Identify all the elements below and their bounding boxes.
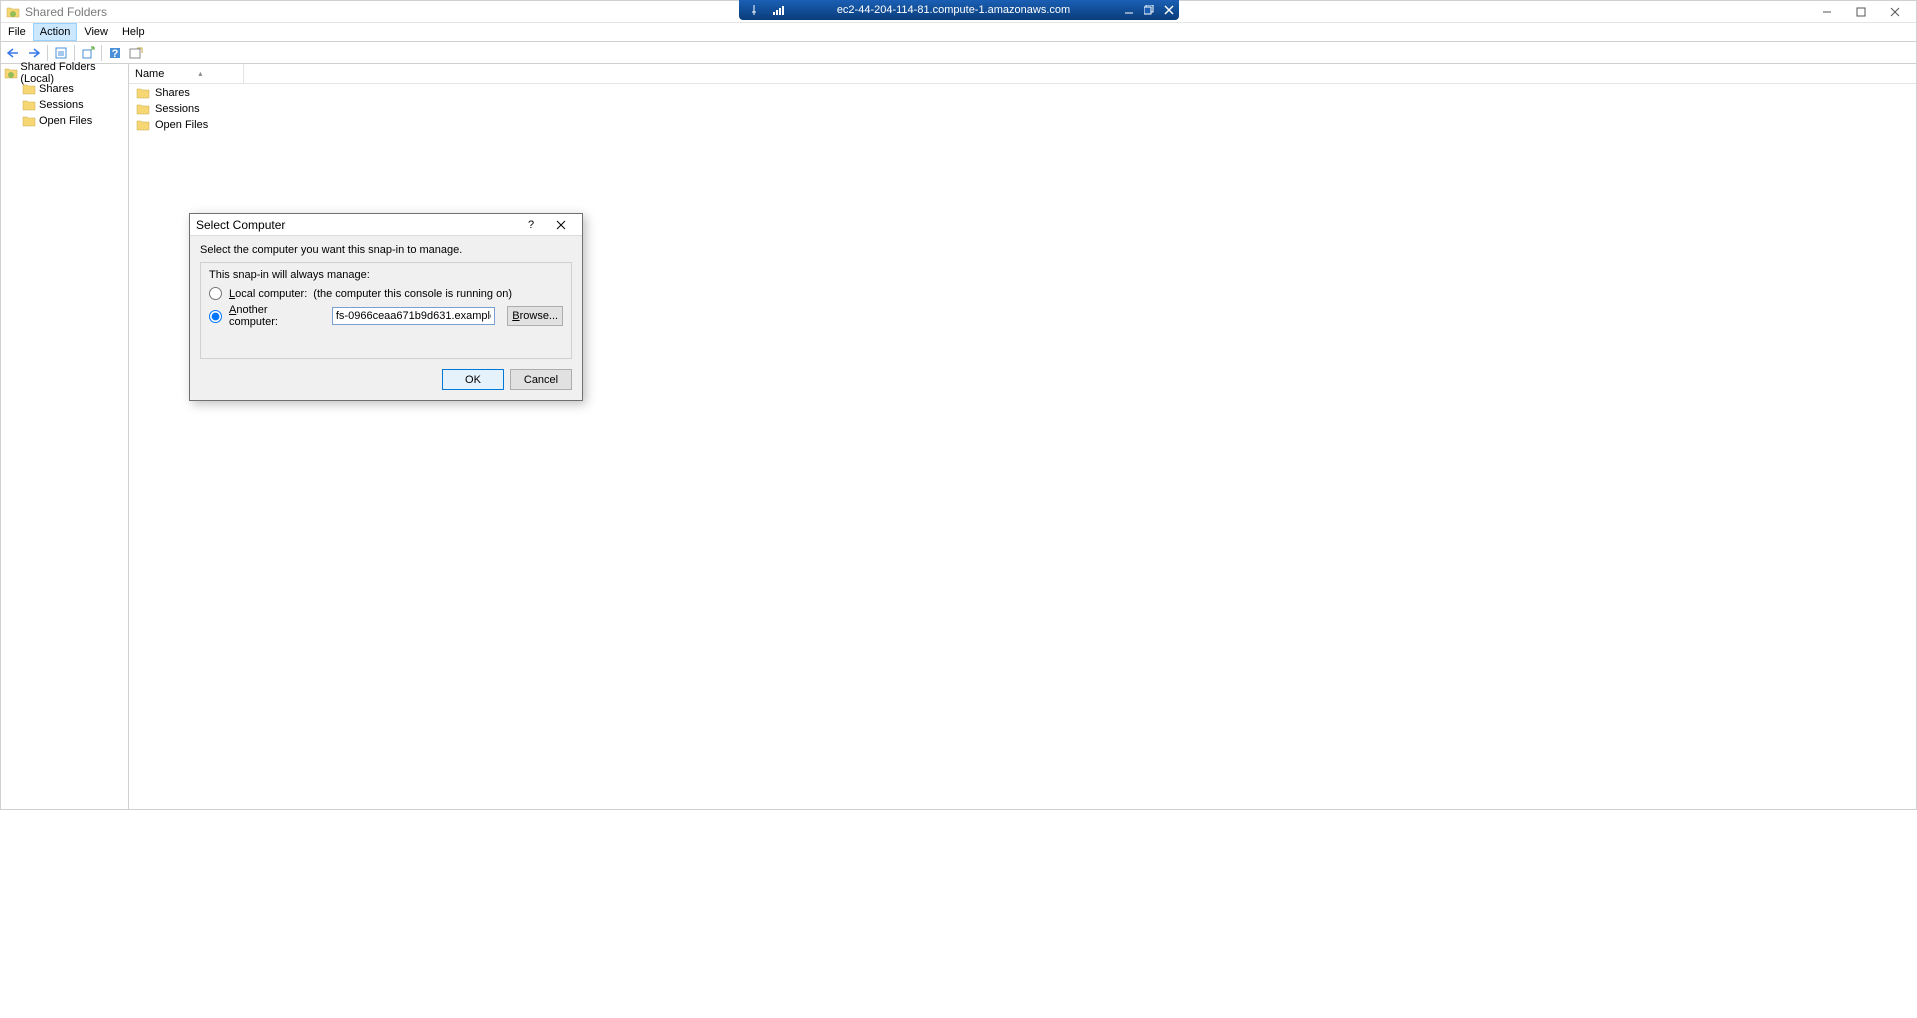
column-label: Name	[135, 68, 164, 80]
window-minimize-button[interactable]	[1810, 1, 1844, 23]
folder-icon	[135, 85, 151, 101]
cancel-button[interactable]: Cancel	[510, 369, 572, 390]
radio-another-computer[interactable]	[209, 310, 222, 323]
radio-row-another: Another computer: Browse...	[209, 304, 563, 328]
menubar: File Action View Help	[1, 23, 1916, 42]
toolbar-export-button[interactable]	[78, 43, 98, 63]
folder-icon	[21, 113, 37, 129]
dialog-close-button[interactable]	[546, 214, 576, 236]
folder-icon	[135, 117, 151, 133]
sort-ascending-icon: ▴	[198, 69, 202, 78]
column-header-blank[interactable]	[244, 64, 1916, 83]
folder-icon	[3, 65, 18, 81]
list-item[interactable]: Open Files	[129, 117, 1916, 133]
dialog-titlebar: Select Computer ?	[190, 214, 582, 236]
folder-icon	[21, 81, 37, 97]
rdp-close-button[interactable]	[1159, 0, 1179, 20]
menu-file[interactable]: File	[1, 23, 33, 41]
list-item-label: Shares	[155, 87, 190, 99]
toolbar: ?	[1, 42, 1916, 64]
tree-item-sessions[interactable]: Sessions	[1, 97, 128, 113]
browse-button[interactable]: Browse...	[507, 306, 563, 326]
radio-local-suffix: (the computer this console is running on…	[313, 288, 512, 300]
tree-root-shared-folders[interactable]: Shared Folders (Local)	[1, 65, 128, 81]
list-item[interactable]: Shares	[129, 85, 1916, 101]
tree-item-open-files[interactable]: Open Files	[1, 113, 128, 129]
radio-local-computer[interactable]	[209, 287, 222, 300]
dialog-instruction: Select the computer you want this snap-i…	[200, 244, 572, 256]
select-computer-dialog: Select Computer ? Select the computer yo…	[189, 213, 583, 401]
radio-another-label[interactable]: Another computer:	[229, 304, 310, 328]
toolbar-forward-button[interactable]	[24, 43, 44, 63]
menu-help[interactable]: Help	[115, 23, 152, 41]
dialog-help-button[interactable]: ?	[516, 214, 546, 236]
rdp-pin-icon[interactable]	[739, 5, 769, 15]
list-header: Name ▴	[129, 64, 1916, 84]
rdp-minimize-button[interactable]	[1119, 0, 1139, 20]
tree-item-label: Sessions	[39, 99, 84, 111]
menu-view[interactable]: View	[77, 23, 115, 41]
toolbar-new-share-button[interactable]	[126, 43, 146, 63]
list-item-label: Open Files	[155, 119, 208, 131]
tree-pane: Shared Folders (Local) Shares Sessions O…	[1, 64, 129, 809]
mmc-window: Shared Folders File Action View Help	[0, 0, 1917, 810]
list-item[interactable]: Sessions	[129, 101, 1916, 117]
rdp-signal-icon	[769, 5, 789, 15]
ok-button[interactable]: OK	[442, 369, 504, 390]
list-pane: Name ▴ Shares Sessions Open Files	[129, 64, 1916, 809]
shared-folders-app-icon	[5, 4, 21, 20]
rdp-connection-bar: ec2-44-204-114-81.compute-1.amazonaws.co…	[739, 0, 1179, 20]
dialog-fieldset: This snap-in will always manage: Local c…	[200, 262, 572, 359]
dialog-legend: This snap-in will always manage:	[209, 269, 563, 281]
rdp-hostname: ec2-44-204-114-81.compute-1.amazonaws.co…	[789, 4, 1119, 16]
radio-row-local: Local computer: (the computer this conso…	[209, 287, 563, 300]
toolbar-help-button[interactable]: ?	[105, 43, 125, 63]
folder-icon	[21, 97, 37, 113]
menu-action[interactable]: Action	[33, 23, 78, 41]
computer-name-input[interactable]	[332, 307, 496, 325]
toolbar-back-button[interactable]	[3, 43, 23, 63]
window-maximize-button[interactable]	[1844, 1, 1878, 23]
tree-item-label: Shares	[39, 83, 74, 95]
svg-text:?: ?	[112, 48, 119, 60]
toolbar-separator	[47, 45, 48, 61]
dialog-footer: OK Cancel	[190, 369, 582, 400]
radio-local-label[interactable]: Local computer:	[229, 288, 307, 300]
dialog-title: Select Computer	[196, 218, 516, 232]
column-header-name[interactable]: Name ▴	[129, 64, 244, 83]
toolbar-separator	[74, 45, 75, 61]
toolbar-separator	[101, 45, 102, 61]
tree-item-label: Open Files	[39, 115, 92, 127]
rdp-restore-button[interactable]	[1139, 0, 1159, 20]
folder-icon	[135, 101, 151, 117]
list-item-label: Sessions	[155, 103, 200, 115]
window-close-button[interactable]	[1878, 1, 1912, 23]
toolbar-up-button[interactable]	[51, 43, 71, 63]
